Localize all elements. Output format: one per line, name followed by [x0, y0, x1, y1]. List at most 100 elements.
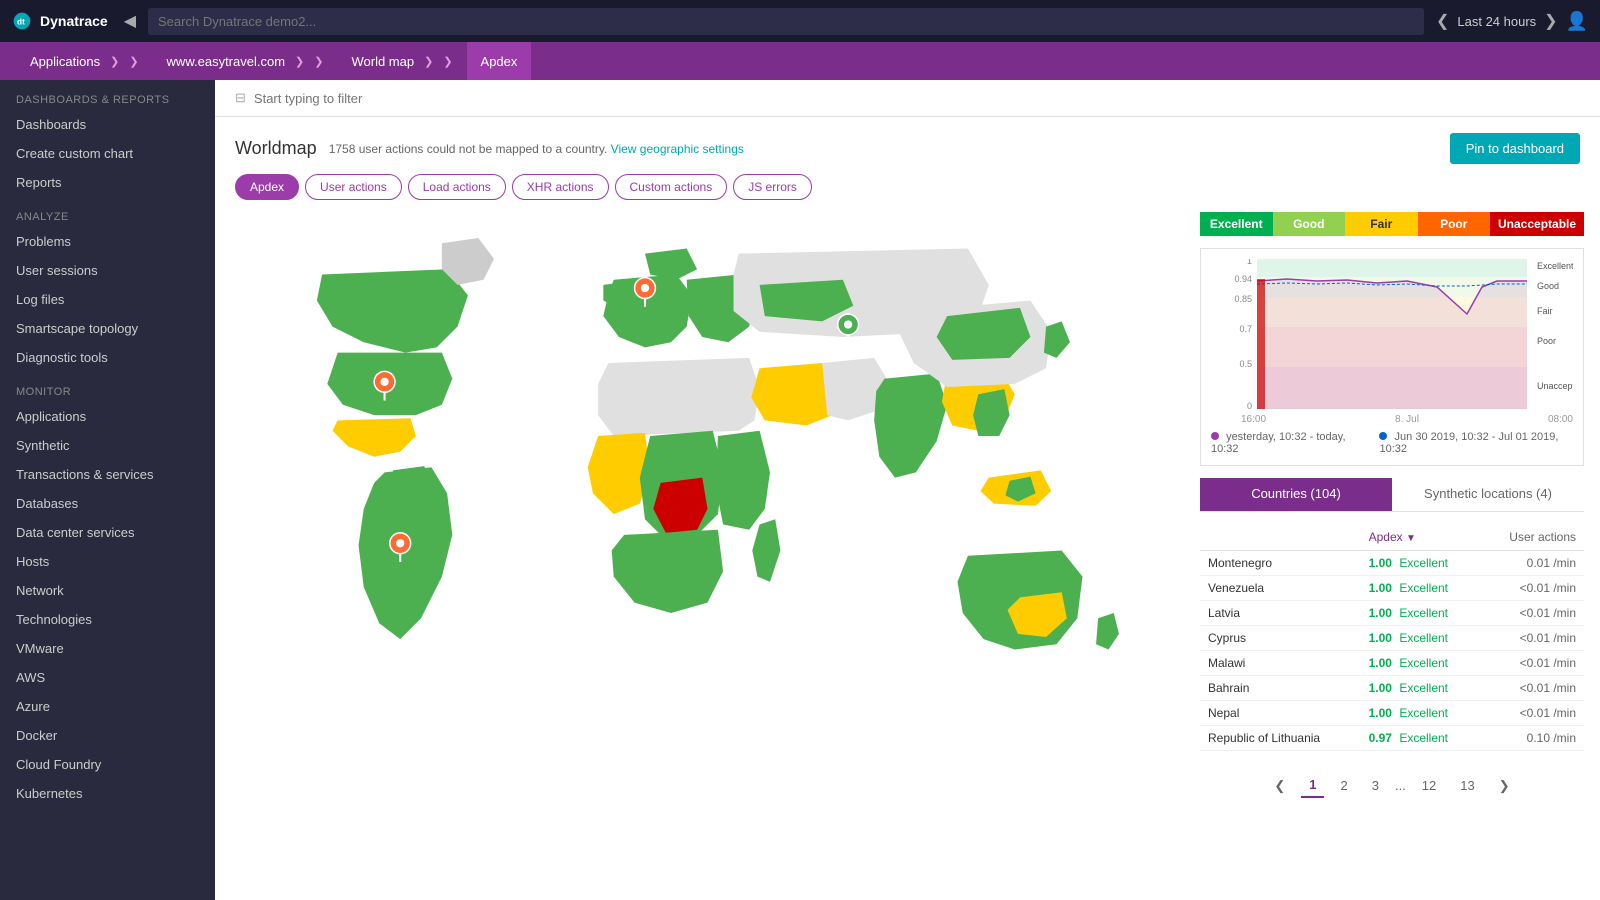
- sidebar-item-synthetic[interactable]: Synthetic: [0, 431, 215, 460]
- logo: dt Dynatrace: [12, 11, 108, 31]
- col-user-actions: User actions: [1480, 524, 1584, 551]
- sidebar-item-network[interactable]: Network: [0, 576, 215, 605]
- sidebar-item-docker[interactable]: Docker: [0, 721, 215, 750]
- table-row[interactable]: Bahrain 1.00 Excellent <0.01 /min: [1200, 676, 1584, 701]
- sidebar-section-analyze: Analyze: [0, 197, 215, 227]
- tab-countries[interactable]: Countries (104): [1200, 478, 1392, 511]
- legend-comparison: Jun 30 2019, 10:32 - Jul 01 2019, 10:32: [1379, 431, 1573, 455]
- countries-tabs: Countries (104) Synthetic locations (4): [1200, 478, 1584, 512]
- apdex-chart: 1 0.94 0.85 0.7 0.5 0 Excellent Good Fai…: [1200, 248, 1584, 466]
- country-name: Republic of Lithuania: [1200, 726, 1361, 751]
- table-row[interactable]: Cyprus 1.00 Excellent <0.01 /min: [1200, 626, 1584, 651]
- content-header: Worldmap 1758 user actions could not be …: [215, 117, 1600, 174]
- sidebar-item-log-files[interactable]: Log files: [0, 285, 215, 314]
- tab-apdex[interactable]: Apdex: [235, 174, 299, 200]
- apdex-color-legend: Excellent Good Fair Poor Unacceptable: [1200, 212, 1584, 236]
- sidebar-item-databases[interactable]: Databases: [0, 489, 215, 518]
- country-name: Bahrain: [1200, 676, 1361, 701]
- page-13[interactable]: 13: [1452, 774, 1482, 797]
- page-2[interactable]: 2: [1332, 774, 1355, 797]
- tab-user-actions[interactable]: User actions: [305, 174, 402, 200]
- breadcrumb: Applications ❯ www.easytravel.com ❯ Worl…: [0, 42, 1600, 80]
- user-actions-value: <0.01 /min: [1480, 601, 1584, 626]
- time-prev-button[interactable]: ❮: [1436, 11, 1449, 31]
- user-icon[interactable]: 👤: [1566, 11, 1588, 32]
- apdex-chart-svg: 1 0.94 0.85 0.7 0.5 0 Excellent Good Fai…: [1211, 259, 1573, 409]
- svg-text:Fair: Fair: [1537, 306, 1553, 316]
- svg-text:0.5: 0.5: [1239, 359, 1252, 369]
- svg-text:0.94: 0.94: [1234, 274, 1252, 284]
- legend-good: Good: [1273, 212, 1346, 236]
- time-next-button[interactable]: ❯: [1544, 11, 1557, 31]
- apdex-value: 1.00 Excellent: [1361, 576, 1481, 601]
- world-map: [235, 212, 1180, 712]
- country-name: Nepal: [1200, 701, 1361, 726]
- table-row[interactable]: Republic of Lithuania 0.97 Excellent 0.1…: [1200, 726, 1584, 751]
- page-12[interactable]: 12: [1414, 774, 1444, 797]
- page-1[interactable]: 1: [1301, 773, 1324, 798]
- pin-to-dashboard-button[interactable]: Pin to dashboard: [1450, 133, 1580, 164]
- sidebar-item-applications[interactable]: Applications: [0, 402, 215, 431]
- countries-table: Apdex ▼ User actions Montenegro 1.00 Exc…: [1200, 524, 1584, 751]
- sidebar-item-vmware[interactable]: VMware: [0, 634, 215, 663]
- filter-input[interactable]: [254, 91, 1580, 106]
- table-row[interactable]: Malawi 1.00 Excellent <0.01 /min: [1200, 651, 1584, 676]
- apdex-value: 1.00 Excellent: [1361, 626, 1481, 651]
- table-row[interactable]: Nepal 1.00 Excellent <0.01 /min: [1200, 701, 1584, 726]
- sidebar-item-transactions[interactable]: Transactions & services: [0, 460, 215, 489]
- pagination-next[interactable]: ❯: [1491, 774, 1518, 798]
- country-name: Cyprus: [1200, 626, 1361, 651]
- geographic-settings-link[interactable]: View geographic settings: [611, 142, 744, 156]
- breadcrumb-apdex[interactable]: Apdex: [467, 42, 532, 80]
- pagination: ❮ 1 2 3 ... 12 13 ❯: [1200, 763, 1584, 808]
- sidebar-item-smartscape[interactable]: Smartscape topology: [0, 314, 215, 343]
- sidebar-item-diagnostic-tools[interactable]: Diagnostic tools: [0, 343, 215, 372]
- user-actions-value: 0.10 /min: [1480, 726, 1584, 751]
- main-content: Excellent Good Fair Poor Unacceptable: [215, 212, 1600, 900]
- svg-text:Good: Good: [1537, 281, 1559, 291]
- sidebar-item-aws[interactable]: AWS: [0, 663, 215, 692]
- back-button[interactable]: ◀: [124, 11, 136, 31]
- tab-js-errors[interactable]: JS errors: [733, 174, 812, 200]
- sidebar-item-dashboards[interactable]: Dashboards: [0, 110, 215, 139]
- filter-bar: ⊟: [215, 80, 1600, 117]
- table-row[interactable]: Latvia 1.00 Excellent <0.01 /min: [1200, 601, 1584, 626]
- legend-blue-dot: [1379, 432, 1387, 440]
- sidebar-item-datacenter[interactable]: Data center services: [0, 518, 215, 547]
- svg-text:Unacceptable: Unacceptable: [1537, 381, 1573, 391]
- sidebar-item-cloud-foundry[interactable]: Cloud Foundry: [0, 750, 215, 779]
- content-area: ⊟ Worldmap 1758 user actions could not b…: [215, 80, 1600, 900]
- svg-text:0: 0: [1247, 401, 1252, 409]
- breadcrumb-easytravel[interactable]: www.easytravel.com ❯: [153, 42, 338, 80]
- user-actions-value: <0.01 /min: [1480, 576, 1584, 601]
- apdex-value: 1.00 Excellent: [1361, 651, 1481, 676]
- sidebar-item-problems[interactable]: Problems: [0, 227, 215, 256]
- breadcrumb-worldmap[interactable]: World map ❯: [337, 42, 466, 80]
- sidebar-item-reports[interactable]: Reports: [0, 168, 215, 197]
- sidebar-item-hosts[interactable]: Hosts: [0, 547, 215, 576]
- country-name: Venezuela: [1200, 576, 1361, 601]
- sidebar-item-kubernetes[interactable]: Kubernetes: [0, 779, 215, 808]
- page-dots: ...: [1395, 778, 1406, 793]
- page-3[interactable]: 3: [1364, 774, 1387, 797]
- search-input[interactable]: [148, 8, 1424, 35]
- user-actions-value: <0.01 /min: [1480, 701, 1584, 726]
- apdex-value: 0.97 Excellent: [1361, 726, 1481, 751]
- sidebar-item-azure[interactable]: Azure: [0, 692, 215, 721]
- svg-text:0.85: 0.85: [1234, 294, 1252, 304]
- svg-text:dt: dt: [17, 16, 25, 26]
- pagination-prev[interactable]: ❮: [1266, 774, 1293, 798]
- sidebar-item-create-custom-chart[interactable]: Create custom chart: [0, 139, 215, 168]
- tab-xhr-actions[interactable]: XHR actions: [512, 174, 609, 200]
- sidebar-item-technologies[interactable]: Technologies: [0, 605, 215, 634]
- tab-custom-actions[interactable]: Custom actions: [615, 174, 728, 200]
- table-row[interactable]: Montenegro 1.00 Excellent 0.01 /min: [1200, 551, 1584, 576]
- sidebar-item-user-sessions[interactable]: User sessions: [0, 256, 215, 285]
- topbar: dt Dynatrace ◀ ❮ Last 24 hours ❯ 👤: [0, 0, 1600, 42]
- breadcrumb-applications[interactable]: Applications ❯: [16, 42, 153, 80]
- tab-load-actions[interactable]: Load actions: [408, 174, 506, 200]
- legend-excellent: Excellent: [1200, 212, 1273, 236]
- col-apdex[interactable]: Apdex ▼: [1361, 524, 1481, 551]
- table-row[interactable]: Venezuela 1.00 Excellent <0.01 /min: [1200, 576, 1584, 601]
- tab-synthetic-locations[interactable]: Synthetic locations (4): [1392, 478, 1584, 511]
